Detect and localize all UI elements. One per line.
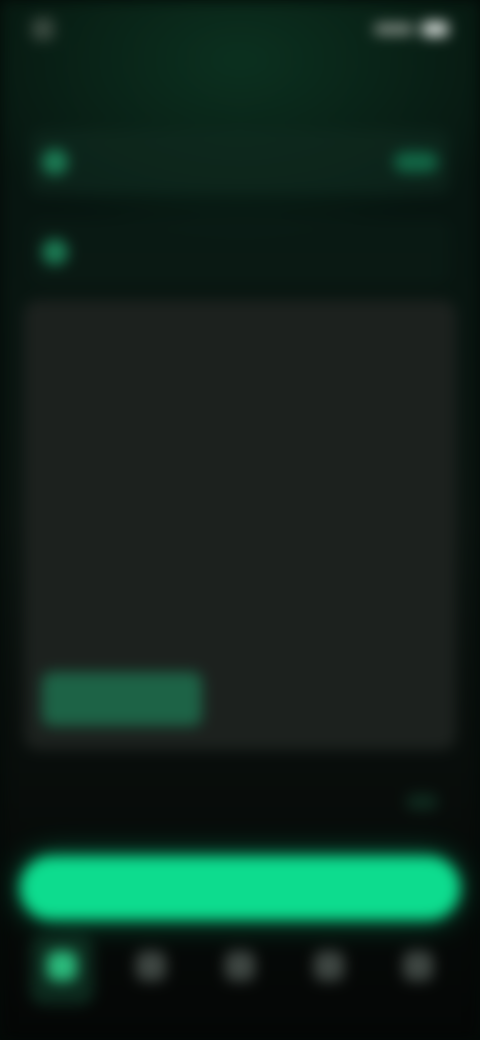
status-right (374, 22, 448, 36)
tab-trade[interactable] (208, 935, 272, 1005)
rewards-row-left (42, 239, 84, 265)
gift-icon (42, 239, 68, 265)
app-screen (0, 0, 480, 1040)
swap-icon (225, 951, 255, 981)
tab-home[interactable] (30, 935, 94, 1005)
detail-field[interactable] (24, 770, 456, 834)
primary-button[interactable] (20, 856, 460, 920)
signal-icon (374, 24, 414, 34)
tab-activity[interactable] (297, 935, 361, 1005)
app-logo-icon (32, 18, 54, 40)
wallet-icon (42, 149, 68, 175)
card-action-button[interactable] (42, 672, 202, 726)
detail-field-value[interactable] (406, 794, 438, 810)
balance-row-value[interactable] (394, 152, 438, 172)
info-card (24, 300, 456, 750)
profile-icon (403, 951, 433, 981)
chart-icon (136, 951, 166, 981)
home-icon (47, 951, 77, 981)
balance-row[interactable] (30, 130, 450, 194)
rewards-row[interactable] (30, 220, 450, 284)
tab-profile[interactable] (386, 935, 450, 1005)
status-bar (32, 14, 448, 44)
list-icon (314, 951, 344, 981)
battery-icon (422, 22, 448, 36)
status-left (32, 18, 62, 40)
bottom-tab-bar (30, 930, 450, 1010)
tab-markets[interactable] (119, 935, 183, 1005)
balance-row-left (42, 149, 84, 175)
